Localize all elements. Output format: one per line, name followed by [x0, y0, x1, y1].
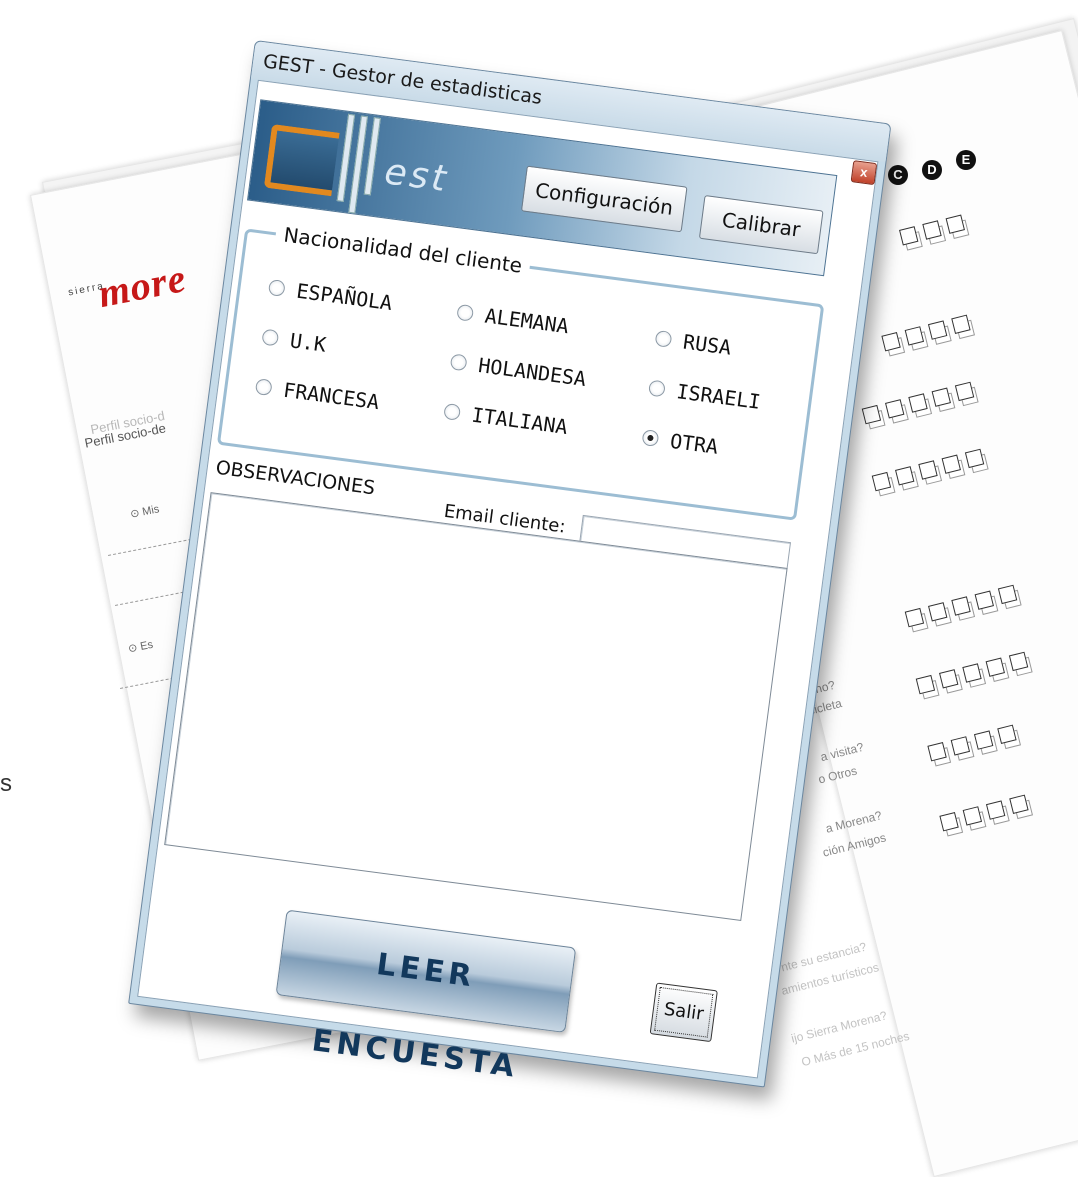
answer-letter-d: D	[922, 160, 942, 180]
radio-rusa[interactable]: RUSA	[654, 326, 733, 360]
observations-textarea[interactable]	[164, 492, 788, 921]
radio-holandesa[interactable]: HOLANDESA	[449, 349, 588, 391]
radio-label: U.K	[288, 328, 328, 357]
edge-letter: s	[0, 770, 12, 797]
radio-uk[interactable]: U.K	[261, 325, 328, 357]
exit-button[interactable]: Salir	[649, 982, 718, 1043]
radio-italiana[interactable]: ITALIANA	[443, 399, 569, 439]
radio-circle-icon	[647, 379, 666, 398]
close-icon[interactable]: x	[850, 160, 878, 186]
radio-israeli[interactable]: ISRAELI	[647, 376, 762, 414]
radio-label: ALEMANA	[483, 303, 571, 339]
read-survey-button[interactable]: LEER ENCUESTA	[275, 909, 577, 1085]
radio-circle-icon	[449, 353, 468, 372]
radio-circle-icon	[654, 329, 673, 348]
radio-label: ITALIANA	[470, 402, 570, 439]
gest-logo-text: est	[382, 151, 452, 201]
radio-circle-icon	[254, 378, 273, 397]
radio-circle-icon	[261, 328, 280, 347]
radio-francesa[interactable]: FRANCESA	[254, 374, 381, 415]
observations-label: OBSERVACIONES	[214, 456, 377, 500]
radio-label: FRANCESA	[282, 377, 381, 415]
answer-letter-e: E	[956, 150, 976, 170]
gest-logo-bars	[335, 113, 381, 215]
radio-label: OTRA	[668, 428, 720, 459]
radio-espanola[interactable]: ESPAÑOLA	[267, 275, 394, 316]
radio-alemana[interactable]: ALEMANA	[456, 300, 570, 338]
window-client-area: est Configuración Calibrar Nacionalidad …	[137, 79, 879, 1085]
radio-circle-icon	[456, 303, 475, 322]
configuration-button[interactable]: Configuración	[520, 165, 688, 233]
radio-circle-icon	[443, 402, 462, 421]
radio-circle-icon	[267, 278, 286, 297]
radio-checked-icon	[641, 429, 660, 447]
radio-label: RUSA	[681, 329, 733, 360]
radio-otra[interactable]: OTRA	[641, 425, 720, 459]
gest-window: GEST - Gestor de estadisticas est Config…	[128, 40, 892, 1088]
radio-label: HOLANDESA	[476, 353, 588, 391]
answer-letter-c: C	[888, 165, 908, 185]
calibrate-button[interactable]: Calibrar	[698, 195, 824, 255]
radio-label: ISRAELI	[675, 379, 762, 414]
gest-logo-icon	[263, 123, 340, 197]
radio-label: ESPAÑOLA	[295, 278, 394, 316]
